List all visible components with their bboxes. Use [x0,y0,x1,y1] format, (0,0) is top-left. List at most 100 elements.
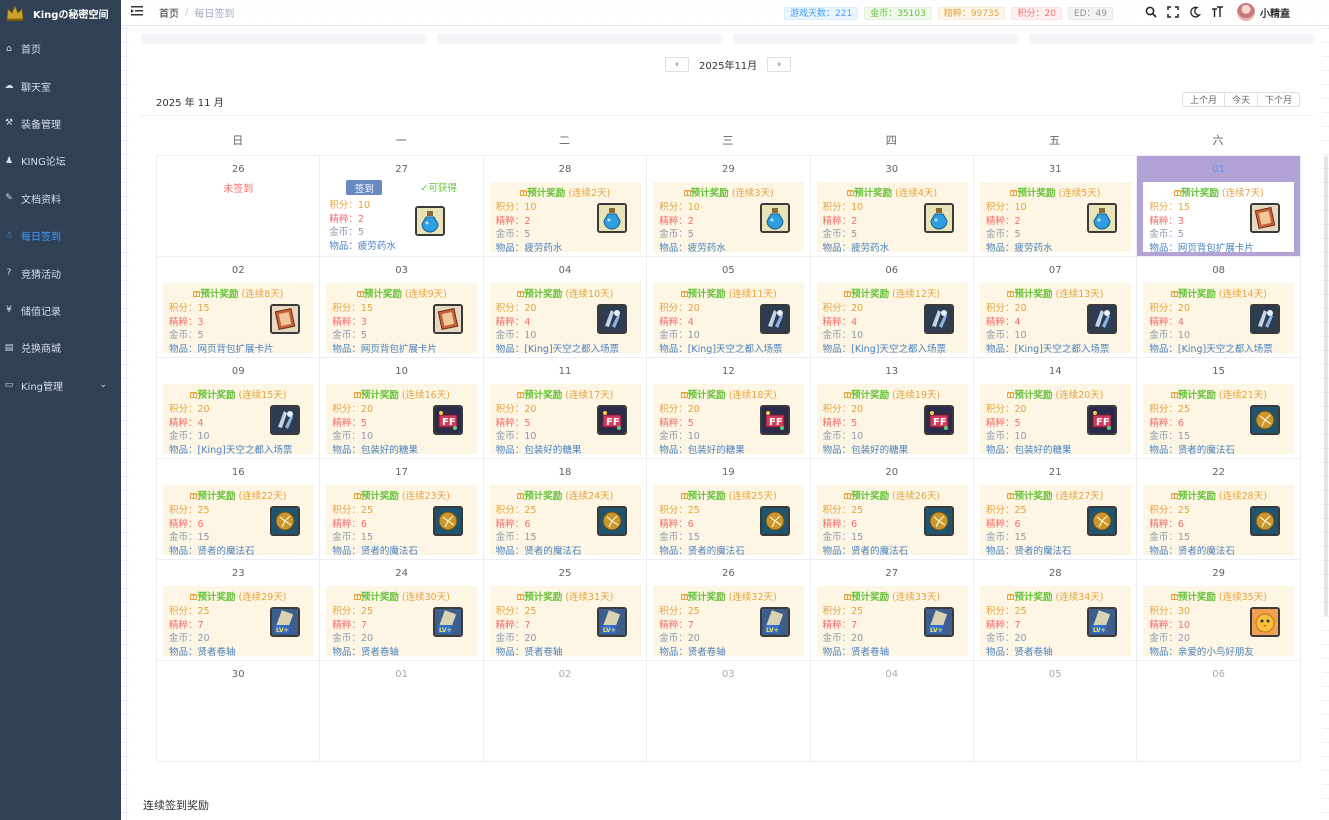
day-number: 13 [885,366,899,377]
calendar-day-cell[interactable]: 21 预计奖励 (连续27天) 积分：25 精粹：6 金币：15 物品：贤者的魔法石 [974,459,1138,560]
dark-mode-icon[interactable] [1188,5,1202,19]
prev-month-arrow-button[interactable]: ‹ [665,57,689,72]
calendar-day-cell[interactable]: 04 [810,661,974,762]
forecast-reward: 预计奖励 (连续15天) 积分：20 精粹：4 金币：10 物品：[King]天空之都入… [163,384,314,456]
scroll-item-icon: LV+ [596,607,627,637]
hamburger-icon[interactable] [131,5,147,20]
sidebar-item-6[interactable]: ? 竞猜活动 [0,254,121,291]
calendar-day-cell[interactable]: 01 预计奖励 (连续7天) 积分：15 精粹：3 金币：5 物品：网页背包扩展卡片 [1137,156,1301,257]
calendar-day-cell[interactable]: 30 [157,661,321,762]
calendar-day-cell[interactable]: 26 预计奖励 (连续32天) 积分：25 精粹：7 金币：20 物品：贤者卷轴 LV+ [647,560,811,661]
calendar-day-cell[interactable]: 25 预计奖励 (连续31天) 积分：25 精粹：7 金币：20 物品：贤者卷轴 LV+ [483,560,648,661]
checkin-icon: ☃ [4,230,14,241]
calendar-day-cell[interactable]: 26 未签到 [157,156,321,257]
calendar-day-cell[interactable]: 30 预计奖励 (连续4天) 积分：10 精粹：2 金币：5 物品：疲劳药水 [810,156,974,257]
prev-month-button[interactable]: 上个月 [1181,92,1225,107]
calendar-day-cell[interactable]: 02 [483,661,648,762]
calendar-day-cell[interactable]: 14 预计奖励 (连续20天) 积分：20 精粹：5 金币：10 物品：包装好的糖果 FF [974,358,1138,459]
calendar-day-cell[interactable]: 04 预计奖励 (连续10天) 积分：20 精粹：4 金币：10 物品：[King]天空之… [483,257,648,358]
calendar-day-cell[interactable]: 10 预计奖励 (连续16天) 积分：20 精粹：5 金币：10 物品：包装好的糖果 FF [320,358,484,459]
stone-item-icon [923,506,954,536]
fullscreen-icon[interactable] [1166,5,1180,19]
user-menu[interactable]: 小精盍 [1237,3,1290,21]
avatar[interactable] [1237,3,1255,21]
next-month-button[interactable]: 下个月 [1256,92,1300,107]
scrollbar[interactable] [1323,26,1329,820]
reward-gold: 金币：20 [1149,633,1190,644]
stat-ed: ED：49 [1067,7,1113,20]
sidebar-item-0[interactable]: ⌂ 首页 [0,30,121,67]
day-number: 10 [395,366,408,377]
chevron-down-icon[interactable]: ⌄ [99,380,107,390]
candy-item-icon: FF [433,405,464,435]
today-button[interactable]: 今天 [1223,92,1258,107]
top-card-2 [437,34,722,44]
sidebar-item-1[interactable]: ☁ 聊天室 [0,67,121,104]
calendar-day-cell[interactable]: 29 预计奖励 (连续3天) 积分：10 精粹：2 金币：5 物品：疲劳药水 [647,156,811,257]
sidebar-item-8[interactable]: ▤ 兑换商城 [0,329,121,366]
calendar-day-cell[interactable]: 27 签到 ✓可获得 积分：10 精粹：2 金币：5 物品：疲劳药水 [320,156,484,257]
calendar-day-cell[interactable]: 31 预计奖励 (连续5天) 积分：10 精粹：2 金币：5 物品：疲劳药水 [974,156,1138,257]
font-size-icon[interactable] [1210,5,1224,19]
calendar-day-cell[interactable]: 15 预计奖励 (连续21天) 积分：25 精粹：6 金币：15 物品：贤者的魔法石 [1137,358,1301,459]
forecast-reward: 预计奖励 (连续21天) 积分：25 精粹：6 金币：15 物品：贤者的魔法石 [1143,384,1295,456]
calendar-day-cell[interactable]: 12 预计奖励 (连续18天) 积分：20 精粹：5 金币：10 物品：包装好的糖果 FF [647,358,811,459]
brand[interactable]: Kingの秘密空间 [0,0,121,26]
forecast-title: 预计奖励 (连续24天) [490,488,641,502]
reward-lines: 积分：15 精粹：3 金币：5 物品：网页背包扩展卡片 [1149,201,1254,255]
calendar-day-cell[interactable]: 27 预计奖励 (连续33天) 积分：25 精粹：7 金币：20 物品：贤者卷轴 LV+ [810,560,974,661]
sign-in-button[interactable]: 签到 [346,180,383,195]
calendar-day-cell[interactable]: 28 预计奖励 (连续34天) 积分：25 精粹：7 金币：20 物品：贤者卷轴 LV+ [974,560,1138,661]
sidebar-item-3[interactable]: ♟ KING论坛 [0,142,121,179]
sidebar-item-4[interactable]: ✎ 文档资料 [0,180,121,217]
forecast-reward: 预计奖励 (连续20天) 积分：20 精粹：5 金币：10 物品：包装好的糖果 FF [980,384,1131,456]
breadcrumb-home[interactable]: 首页 [159,5,179,20]
sidebar-item-9[interactable]: ▭ King管理 ⌄ [0,367,121,404]
calendar-day-cell[interactable]: 18 预计奖励 (连续24天) 积分：25 精粹：6 金币：15 物品：贤者的魔法石 [483,459,648,560]
calendar-day-cell[interactable]: 29 预计奖励 (连续35天) 积分：30 精粹：10 金币：20 物品：亲爱的小鸟好朋友 [1137,560,1301,661]
calendar-day-cell[interactable]: 20 预计奖励 (连续26天) 积分：25 精粹：6 金币：15 物品：贤者的魔法石 [810,459,974,560]
calendar-day-cell[interactable]: 03 预计奖励 (连续9天) 积分：15 精粹：3 金币：5 物品：网页背包扩展卡片 [320,257,484,358]
calendar-day-cell[interactable]: 24 预计奖励 (连续30天) 积分：25 精粹：7 金币：20 物品：贤者卷轴 LV+ [320,560,484,661]
forecast-title: 预计奖励 (连续20天) [980,387,1131,401]
next-month-arrow-button[interactable]: › [767,57,792,72]
calendar-day-cell[interactable]: 19 预计奖励 (连续25天) 积分：25 精粹：6 金币：15 物品：贤者的魔法石 [647,459,811,560]
calendar-day-cell[interactable]: 07 预计奖励 (连续13天) 积分：20 精粹：4 金币：10 物品：[King]天空之… [974,257,1138,358]
calendar-day-cell[interactable]: 01 [320,661,484,762]
scrollbar-thumb[interactable] [1324,156,1328,616]
reward-gold: 金币：15 [822,532,864,543]
calendar-day-cell[interactable]: 17 预计奖励 (连续23天) 积分：25 精粹：6 金币：15 物品：贤者的魔法石 [320,459,484,560]
calendar-grid: 26 未签到 27 签到 ✓可获得 积分：10 精粹：2 金币：5 物品：疲劳药水 28 预计奖励 … [156,155,1301,762]
sidebar-item-7[interactable]: ¥ 储值记录 [0,292,121,329]
forecast-title: 预计奖励 (连续19天) [817,387,968,401]
forecast-reward: 预计奖励 (连续13天) 积分：20 精粹：4 金币：10 物品：[King]天空之都入… [980,283,1131,355]
reward-points: 积分：25 [822,606,864,617]
calendar-day-cell[interactable]: 03 [647,661,811,762]
sidebar-item-5[interactable]: ☃ 每日签到 [0,217,121,254]
forecast-title: 预计奖励 (连续4天) [817,185,968,199]
forecast-reward: 预计奖励 (连续2天) 积分：10 精粹：2 金币：5 物品：疲劳药水 [489,182,641,254]
calendar-day-cell[interactable]: 13 预计奖励 (连续19天) 积分：20 精粹：5 金币：10 物品：包装好的糖果 FF [810,358,974,459]
calendar-day-cell[interactable]: 23 预计奖励 (连续29天) 积分：25 精粹：7 金币：20 物品：贤者卷轴 LV+ [157,560,321,661]
calendar-day-cell[interactable]: 05 预计奖励 (连续11天) 积分：20 精粹：4 金币：10 物品：[King]天空之… [647,257,811,358]
calendar-day-cell[interactable]: 02 预计奖励 (连续8天) 积分：15 精粹：3 金币：5 物品：网页背包扩展卡片 [157,257,321,358]
calendar-day-cell[interactable]: 22 预计奖励 (连续28天) 积分：25 精粹：6 金币：15 物品：贤者的魔法石 [1137,459,1301,560]
streak-rewards-title: 连续签到奖励 [143,799,209,812]
gift-icon [1170,592,1178,603]
calendar-day-cell[interactable]: 28 预计奖励 (连续2天) 积分：10 精粹：2 金币：5 物品：疲劳药水 [483,156,648,257]
reward-gold: 金币：5 [986,229,1021,240]
reward-gold: 金币：15 [1149,532,1190,543]
sidebar-item-2[interactable]: ⚒ 装备管理 [0,105,121,142]
calendar-day-cell[interactable]: 08 预计奖励 (连续14天) 积分：20 精粹：4 金币：10 物品：[King]天空之… [1137,257,1301,358]
calendar-day-cell[interactable]: 11 预计奖励 (连续17天) 积分：20 精粹：5 金币：10 物品：包装好的糖果 FF [483,358,648,459]
stone-item-icon [270,506,300,536]
day-number: 15 [1212,366,1225,377]
calendar-day-cell[interactable]: 09 预计奖励 (连续15天) 积分：20 精粹：4 金币：10 物品：[King]天空之… [157,358,321,459]
search-icon[interactable] [1144,5,1158,19]
calendar-day-cell[interactable]: 05 [974,661,1138,762]
calendar-day-cell[interactable]: 06 预计奖励 (连续12天) 积分：20 精粹：4 金币：10 物品：[King]天空之… [810,257,974,358]
calendar-day-cell[interactable]: 16 预计奖励 (连续22天) 积分：25 精粹：6 金币：15 物品：贤者的魔法石 [157,459,321,560]
calendar-button-group: 上个月 今天 下个月 [1181,92,1300,107]
calendar-day-cell[interactable]: 06 [1137,661,1301,762]
gift-icon [844,289,852,300]
